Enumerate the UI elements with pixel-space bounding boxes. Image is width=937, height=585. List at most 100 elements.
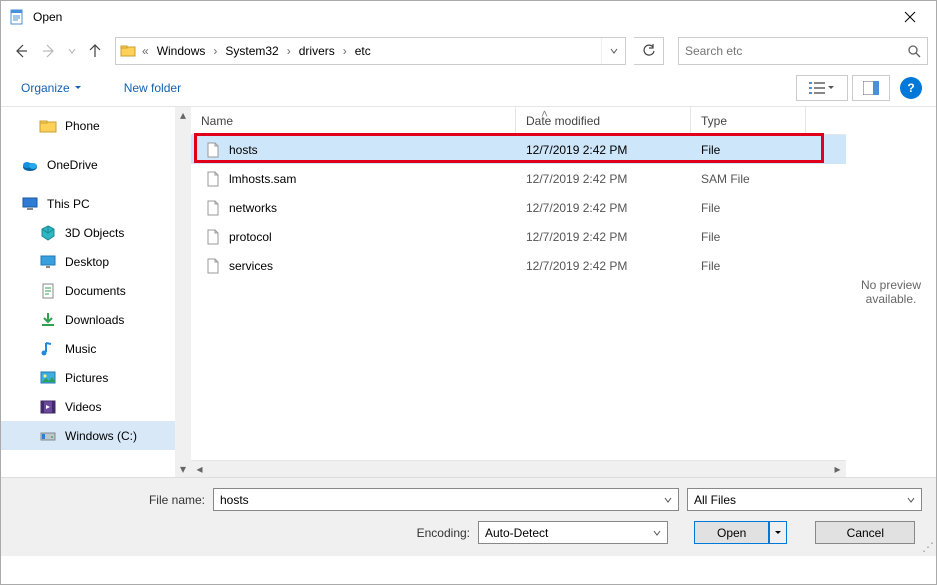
encoding-value: Auto-Detect <box>485 526 548 540</box>
breadcrumb-dropdown[interactable] <box>601 38 625 64</box>
open-button-main[interactable]: Open <box>694 521 769 544</box>
sidebar-item-desktop[interactable]: Desktop <box>1 247 191 276</box>
file-type: SAM File <box>691 172 806 186</box>
scroll-left-icon[interactable]: ◂ <box>191 461 208 478</box>
scroll-right-icon[interactable]: ▸ <box>829 461 846 478</box>
filename-dropdown[interactable] <box>658 496 672 504</box>
file-name: networks <box>229 201 277 215</box>
sidebar-item-downloads[interactable]: Downloads <box>1 305 191 334</box>
forward-button[interactable] <box>37 37 61 65</box>
sidebar-item-3d-objects[interactable]: 3D Objects <box>1 218 191 247</box>
file-row[interactable]: lmhosts.sam12/7/2019 2:42 PMSAM File <box>191 164 846 193</box>
sidebar-item-label: Videos <box>65 400 101 414</box>
file-row[interactable]: protocol12/7/2019 2:42 PMFile <box>191 222 846 251</box>
sidebar-item-label: 3D Objects <box>65 226 124 240</box>
filter-dropdown[interactable] <box>901 496 915 504</box>
column-name[interactable]: Name˄ <box>191 107 516 134</box>
sidebar-item-pictures[interactable]: Pictures <box>1 363 191 392</box>
sidebar: Phone OneDrive This PC 3D Objects Desktop Doc… <box>1 107 191 477</box>
breadcrumb-segment[interactable]: System32 <box>219 44 284 58</box>
chevron-right-icon[interactable]: › <box>341 44 349 58</box>
file-date: 12/7/2019 2:42 PM <box>516 230 691 244</box>
file-icon <box>205 200 221 216</box>
filename-input[interactable] <box>213 488 679 511</box>
bottom-panel: File name: All Files Encoding: Auto-Dete… <box>1 477 936 556</box>
back-button[interactable] <box>9 37 33 65</box>
view-mode-button[interactable] <box>796 75 848 101</box>
file-icon <box>205 142 221 158</box>
sidebar-item-videos[interactable]: Videos <box>1 392 191 421</box>
filename-label: File name: <box>15 493 205 507</box>
file-name: services <box>229 259 273 273</box>
resize-grip-icon[interactable]: ⋰ <box>922 540 934 554</box>
preview-pane: No preview available. <box>846 107 936 477</box>
open-button[interactable]: Open <box>694 521 787 544</box>
sidebar-item-this-pc[interactable]: This PC <box>1 189 191 218</box>
close-button[interactable] <box>887 3 932 31</box>
breadcrumb-overflow[interactable]: « <box>140 44 151 58</box>
videos-icon <box>39 398 57 416</box>
open-button-dropdown[interactable] <box>769 521 787 544</box>
encoding-select[interactable]: Auto-Detect <box>478 521 668 544</box>
scroll-up-icon[interactable]: ▴ <box>175 107 191 123</box>
filename-field[interactable] <box>220 493 658 507</box>
breadcrumb[interactable]: « Windows › System32 › drivers › etc <box>115 37 626 65</box>
file-row[interactable]: networks12/7/2019 2:42 PMFile <box>191 193 846 222</box>
3dobjects-icon <box>39 224 57 242</box>
details-view-icon <box>809 81 825 95</box>
titlebar: Open <box>1 1 936 33</box>
music-icon <box>39 340 57 358</box>
preview-pane-button[interactable] <box>852 75 890 101</box>
file-list: Name˄ Date modified Type hosts12/7/2019 … <box>191 107 846 477</box>
breadcrumb-segment[interactable]: Windows <box>151 44 212 58</box>
sidebar-item-onedrive[interactable]: OneDrive <box>1 150 191 179</box>
search-box[interactable] <box>678 37 928 65</box>
sidebar-item-label: Documents <box>65 284 126 298</box>
search-input[interactable] <box>685 44 907 58</box>
chevron-right-icon[interactable]: › <box>285 44 293 58</box>
recent-dropdown[interactable] <box>65 37 79 65</box>
file-icon <box>205 229 221 245</box>
file-row[interactable]: hosts 12/7/2019 2:42 PMFile <box>191 135 846 164</box>
pictures-icon <box>39 369 57 387</box>
horizontal-scrollbar[interactable]: ◂ ▸ <box>191 460 846 477</box>
desktop-icon <box>39 253 57 271</box>
sidebar-item-label: Pictures <box>65 371 108 385</box>
help-button[interactable]: ? <box>900 77 922 99</box>
file-date: 12/7/2019 2:42 PM <box>516 143 691 157</box>
column-type[interactable]: Type <box>691 107 806 134</box>
documents-icon <box>39 282 57 300</box>
sidebar-item-label: Desktop <box>65 255 109 269</box>
new-folder-button[interactable]: New folder <box>118 77 187 99</box>
sidebar-item-label: Downloads <box>65 313 124 327</box>
window-title: Open <box>33 10 887 24</box>
file-icon <box>205 171 221 187</box>
filetype-filter[interactable]: All Files <box>687 488 922 511</box>
file-name: protocol <box>229 230 272 244</box>
toolbar: Organize New folder ? <box>1 69 936 107</box>
file-row[interactable]: services12/7/2019 2:42 PMFile <box>191 251 846 280</box>
sidebar-item-label: Windows (C:) <box>65 429 137 443</box>
sidebar-item-music[interactable]: Music <box>1 334 191 363</box>
organize-button[interactable]: Organize <box>15 77 88 99</box>
search-icon <box>907 44 921 58</box>
up-button[interactable] <box>83 37 107 65</box>
sidebar-item-phone[interactable]: Phone <box>1 111 191 140</box>
file-type: File <box>691 143 806 157</box>
chevron-right-icon[interactable]: › <box>211 44 219 58</box>
thispc-icon <box>21 195 39 213</box>
scroll-down-icon[interactable]: ▾ <box>175 461 191 477</box>
breadcrumb-segment[interactable]: drivers <box>293 44 341 58</box>
breadcrumb-segment[interactable]: etc <box>349 44 377 58</box>
file-name: hosts <box>229 143 258 157</box>
folder-icon <box>39 117 57 135</box>
encoding-dropdown[interactable] <box>647 529 661 537</box>
sidebar-item-documents[interactable]: Documents <box>1 276 191 305</box>
refresh-button[interactable] <box>634 37 664 65</box>
sidebar-item-windows-c-[interactable]: Windows (C:) <box>1 421 191 450</box>
onedrive-icon <box>21 156 39 174</box>
sidebar-scrollbar[interactable]: ▴ ▾ <box>175 107 191 477</box>
file-list-body[interactable]: hosts12/7/2019 2:42 PMFilelmhosts.sam12/… <box>191 135 846 460</box>
sidebar-item-label: OneDrive <box>47 158 98 172</box>
cancel-button[interactable]: Cancel <box>815 521 915 544</box>
